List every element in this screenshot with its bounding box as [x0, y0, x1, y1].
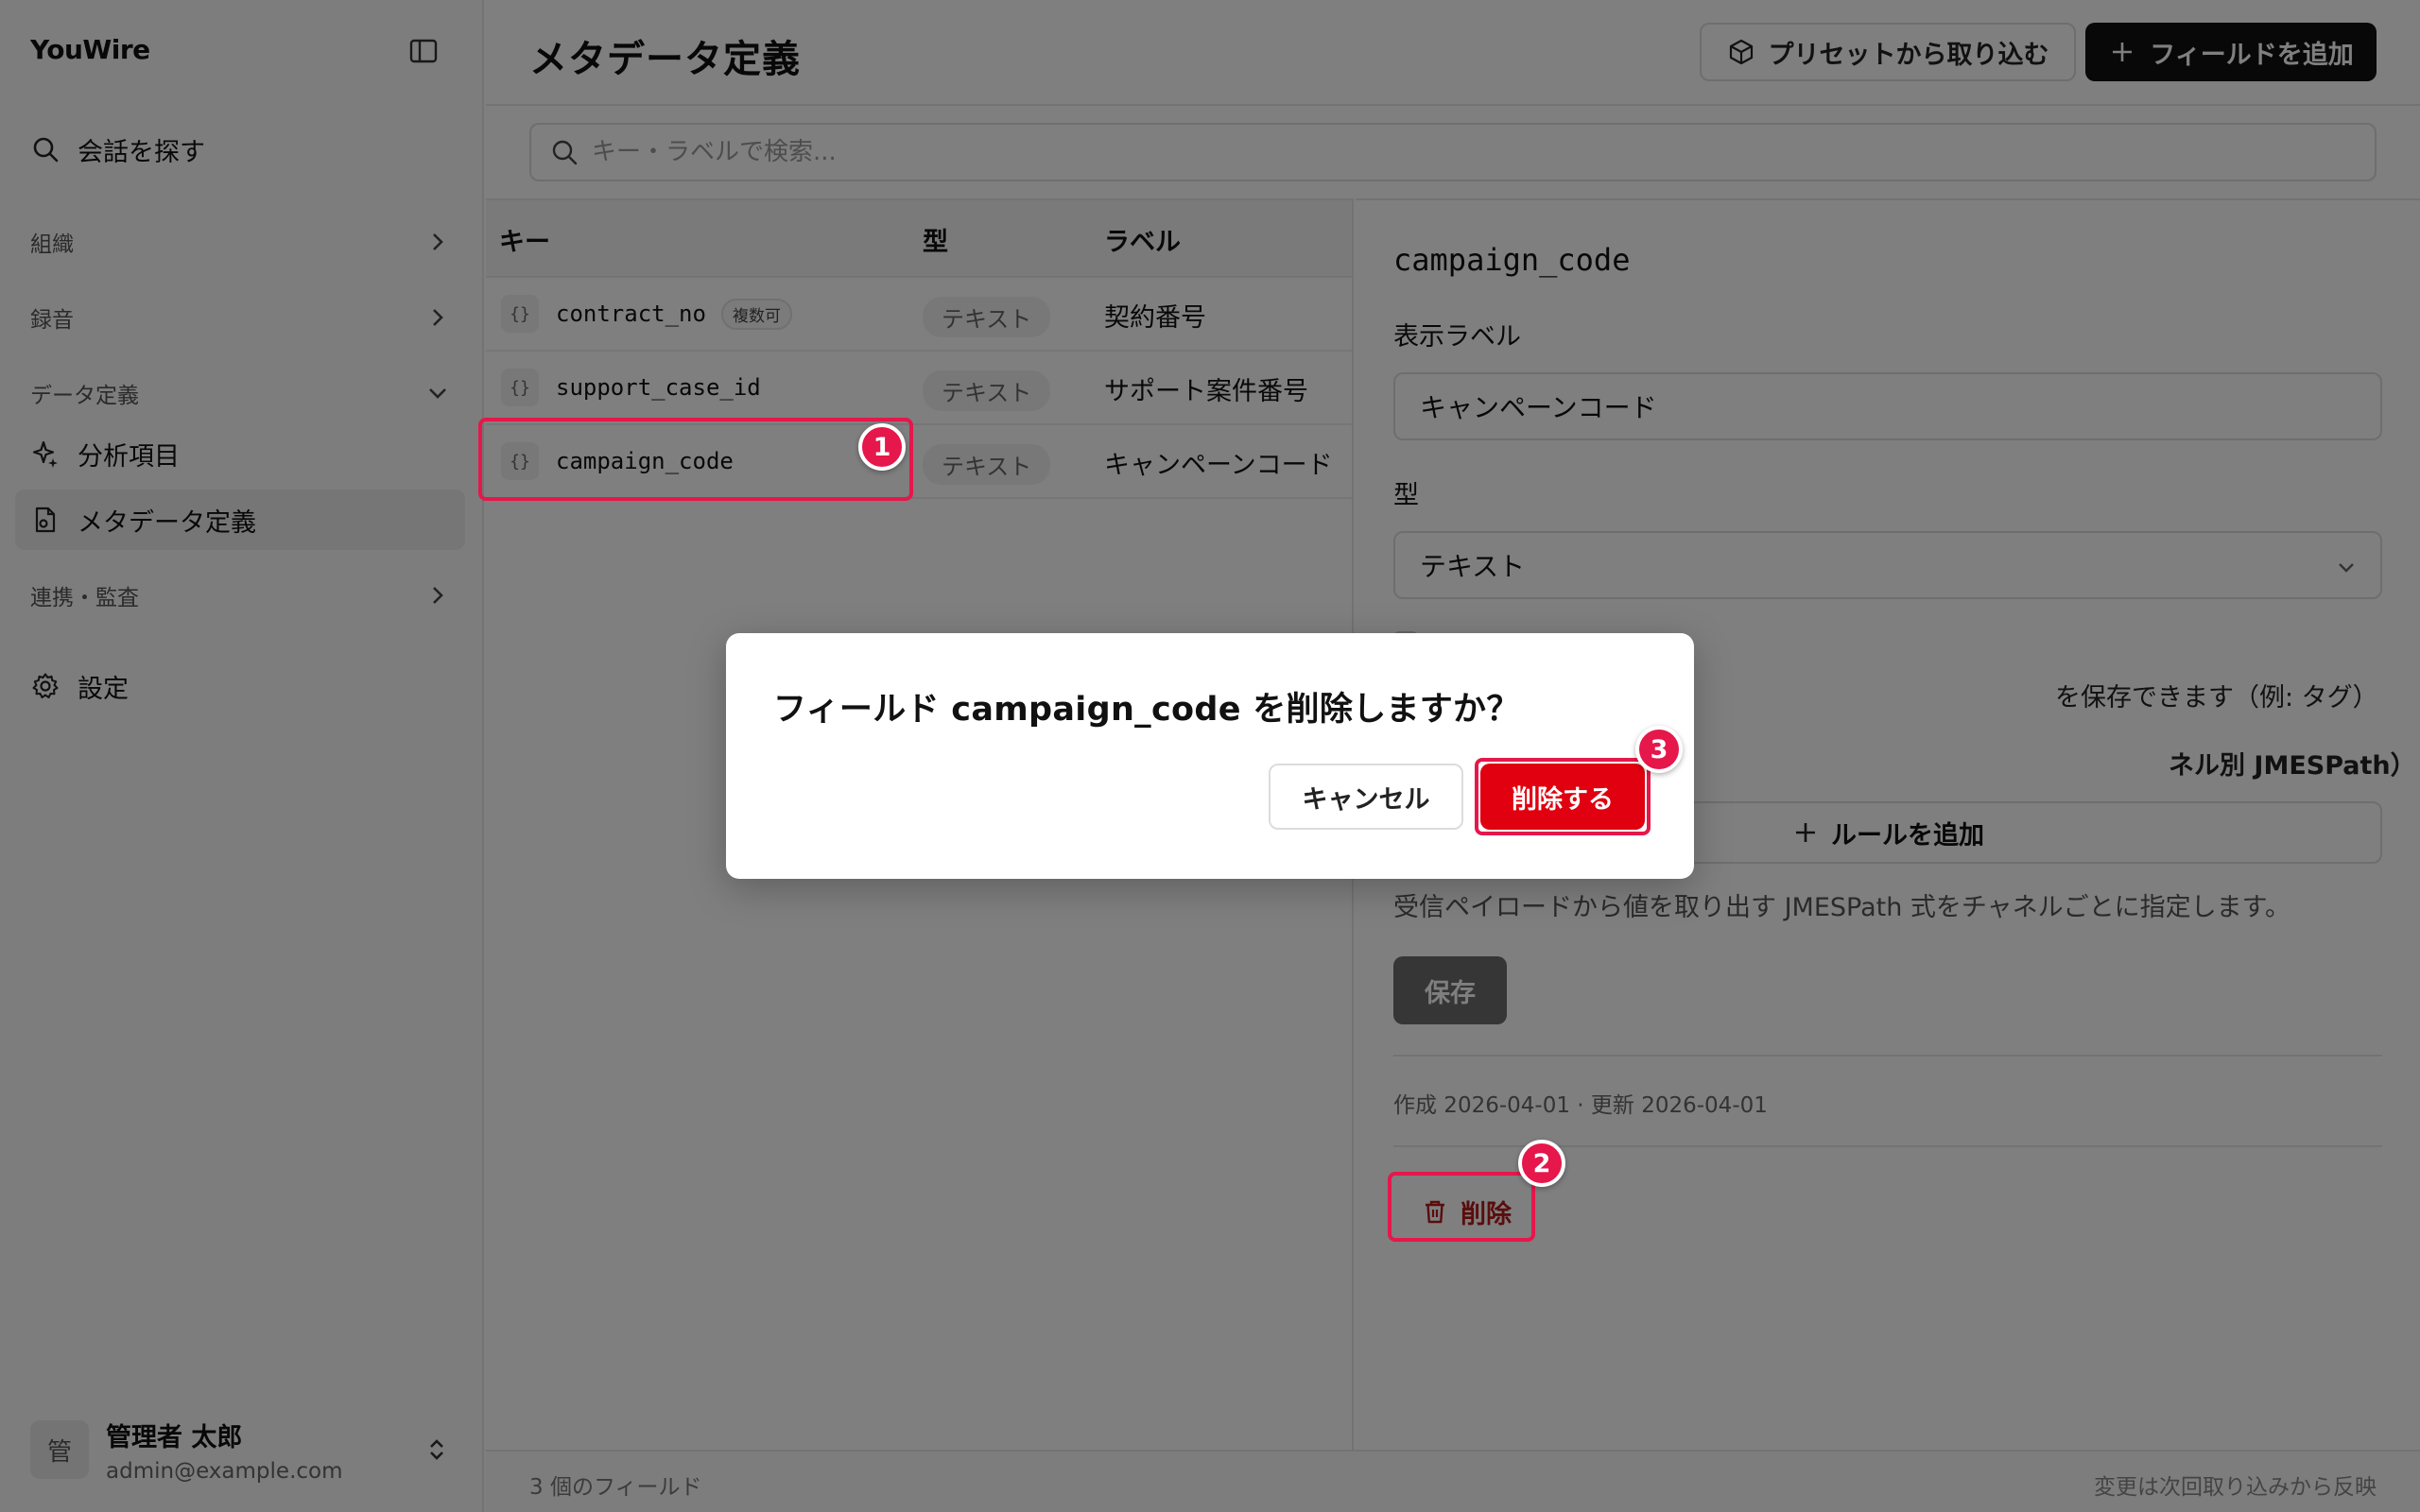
callout-1: 1	[858, 423, 906, 471]
cancel-button[interactable]: キャンセル	[1269, 764, 1463, 830]
callout-2: 2	[1518, 1140, 1565, 1187]
highlight-delete-button	[1388, 1172, 1535, 1242]
highlight-confirm-button	[1475, 758, 1651, 835]
highlight-row-campaign-code	[478, 418, 913, 501]
confirm-dialog: フィールド campaign_code を削除しますか？ キャンセル 削除する	[726, 633, 1694, 879]
dialog-title: フィールド campaign_code を削除しますか？	[773, 691, 1520, 729]
callout-3: 3	[1635, 726, 1683, 773]
